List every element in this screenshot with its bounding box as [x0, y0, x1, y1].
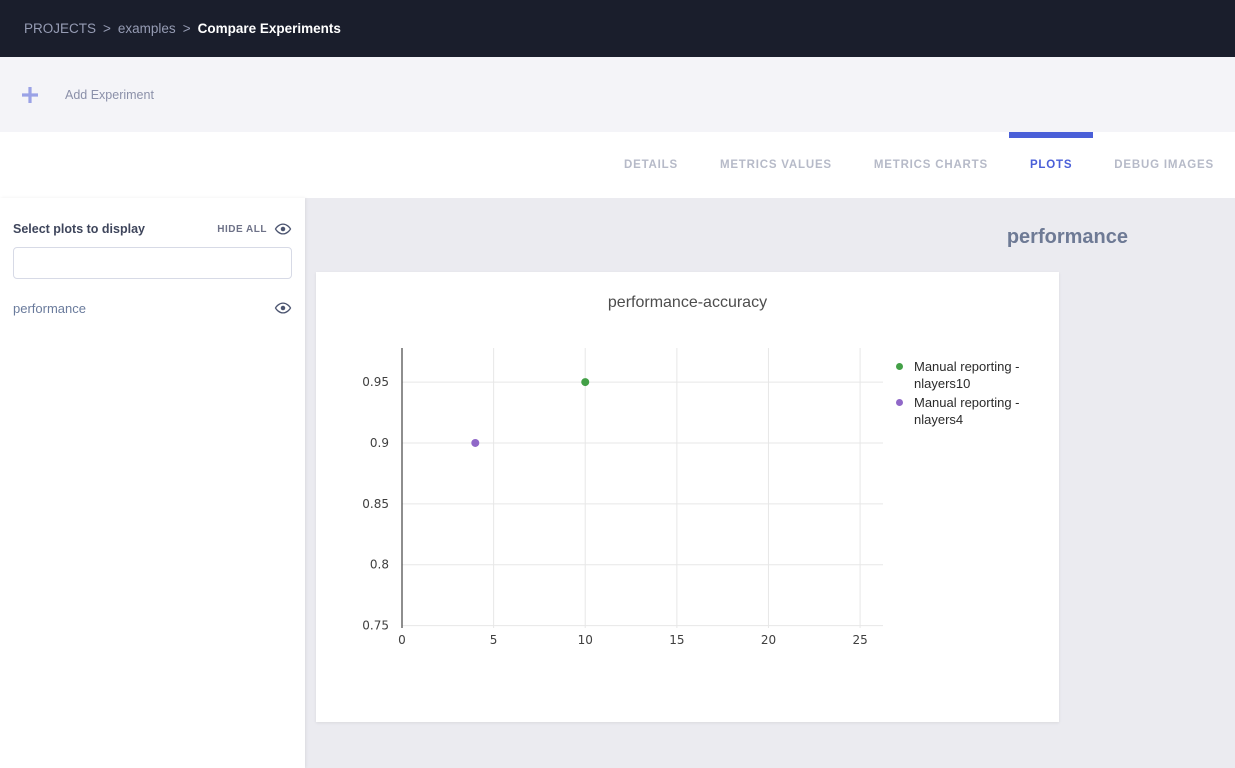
legend-label: Manual reporting - nlayers10 — [914, 358, 1032, 392]
svg-text:0.75: 0.75 — [362, 619, 389, 633]
plot-search-input[interactable] — [13, 247, 292, 279]
legend-dot-icon — [896, 399, 903, 406]
svg-text:0.9: 0.9 — [370, 436, 389, 450]
svg-text:5: 5 — [490, 633, 498, 647]
breadcrumb-separator: > — [183, 21, 191, 36]
chart-title: performance-accuracy — [316, 294, 1059, 312]
svg-text:20: 20 — [761, 633, 776, 647]
sidebar-title: Select plots to display — [13, 222, 145, 236]
svg-text:15: 15 — [669, 633, 684, 647]
plots-panel: performance performance-accuracy 0.75 0.8… — [305, 198, 1235, 768]
svg-text:0.8: 0.8 — [370, 558, 389, 572]
breadcrumb-projects[interactable]: PROJECTS — [24, 21, 96, 36]
tabs-bar: DETAILS METRICS VALUES METRICS CHARTS PL… — [0, 132, 1235, 198]
eye-icon — [274, 299, 292, 317]
add-experiment-bar: Add Experiment — [0, 57, 1235, 132]
breadcrumb: PROJECTS > examples > Compare Experiment… — [24, 21, 341, 36]
breadcrumb-separator: > — [103, 21, 111, 36]
svg-text:0.95: 0.95 — [362, 375, 389, 389]
content-area: Select plots to display HIDE ALL perform… — [0, 198, 1235, 768]
plot-visibility-toggle[interactable] — [274, 299, 292, 317]
top-navbar: PROJECTS > examples > Compare Experiment… — [0, 0, 1235, 57]
plus-icon — [20, 85, 40, 105]
plot-group-title: performance — [1007, 226, 1128, 249]
plot-card: performance-accuracy 0.750.80.850.90.950… — [316, 272, 1059, 722]
svg-text:25: 25 — [852, 633, 867, 647]
scatter-plot[interactable]: 0.75 0.8 0.85 0.9 0.95 0 5 10 15 20 25 — [346, 346, 921, 650]
legend-label: Manual reporting - nlayers4 — [914, 394, 1032, 428]
svg-text:0.85: 0.85 — [362, 497, 389, 511]
legend-item[interactable]: Manual reporting - nlayers4 — [896, 394, 1046, 428]
plot-list-item: performance — [13, 299, 292, 317]
plots-sidebar: Select plots to display HIDE ALL perform… — [0, 198, 305, 768]
tab-metrics-values[interactable]: METRICS VALUES — [699, 132, 853, 198]
plot-item-label[interactable]: performance — [13, 301, 86, 316]
hide-all-button[interactable]: HIDE ALL — [217, 220, 292, 238]
svg-text:0: 0 — [398, 633, 406, 647]
legend-item[interactable]: Manual reporting - nlayers10 — [896, 358, 1046, 392]
tab-debug-images[interactable]: DEBUG IMAGES — [1093, 132, 1235, 198]
hide-all-label: HIDE ALL — [217, 224, 267, 235]
svg-text:10: 10 — [578, 633, 593, 647]
tab-metrics-charts[interactable]: METRICS CHARTS — [853, 132, 1009, 198]
eye-icon — [274, 220, 292, 238]
breadcrumb-current: Compare Experiments — [198, 21, 341, 36]
breadcrumb-project-examples[interactable]: examples — [118, 21, 176, 36]
add-experiment-button[interactable]: Add Experiment — [20, 85, 154, 105]
tab-plots[interactable]: PLOTS — [1009, 132, 1093, 198]
legend-dot-icon — [896, 363, 903, 370]
tab-details[interactable]: DETAILS — [603, 132, 699, 198]
chart-legend: Manual reporting - nlayers10Manual repor… — [896, 358, 1046, 430]
add-experiment-label: Add Experiment — [65, 88, 154, 102]
